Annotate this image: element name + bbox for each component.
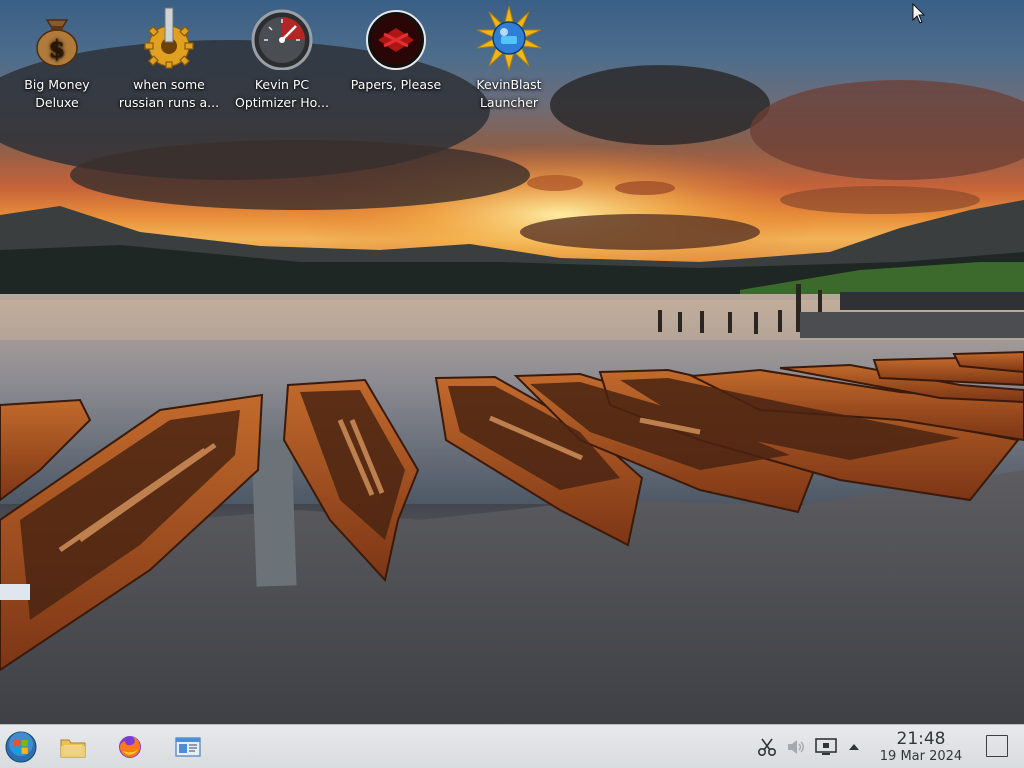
taskbar: 21:48 19 Mar 2024 bbox=[0, 724, 1024, 768]
tray-expand-button[interactable] bbox=[843, 736, 865, 758]
taskbar-clock[interactable]: 21:48 19 Mar 2024 bbox=[866, 729, 976, 765]
firefox-button[interactable] bbox=[113, 730, 147, 764]
start-orb-icon bbox=[5, 731, 37, 763]
chevron-up-icon bbox=[849, 744, 859, 750]
desktop-icon-papers-please[interactable]: Papers, Please bbox=[341, 6, 451, 94]
desktop-icon-label: Big Money Deluxe bbox=[24, 77, 90, 110]
file-manager-button[interactable] bbox=[56, 730, 90, 764]
money-bag-icon: $ bbox=[36, 19, 78, 67]
desktop-icon-label: when some russian runs a... bbox=[118, 77, 220, 110]
desktop-icon-label: Kevin PC Optimizer Ho... bbox=[235, 77, 329, 110]
start-menu-button[interactable] bbox=[4, 730, 38, 764]
firefox-icon bbox=[119, 736, 141, 758]
volume-tray-button[interactable] bbox=[785, 736, 807, 758]
system-settings-button[interactable] bbox=[171, 730, 205, 764]
svg-text:$: $ bbox=[49, 34, 66, 63]
display-tray-button[interactable] bbox=[815, 736, 837, 758]
desktop-icon-kevin-pc-optimizer[interactable]: Kevin PC Optimizer Ho... bbox=[227, 6, 337, 112]
mouse-pointer-icon bbox=[912, 3, 926, 24]
speaker-muted-icon bbox=[788, 740, 804, 754]
desktop-icon-label: KevinBlast Launcher bbox=[476, 77, 542, 110]
kevinblast-icon bbox=[477, 6, 541, 70]
monitor-icon bbox=[815, 738, 837, 755]
papers-please-icon bbox=[366, 10, 426, 70]
scissors-icon bbox=[757, 738, 777, 757]
folder-icon bbox=[60, 739, 86, 758]
desktop-icon-russian-runs[interactable]: when some russian runs a... bbox=[114, 6, 224, 112]
desktop-icon-label: Papers, Please bbox=[350, 77, 442, 92]
gear-icon bbox=[144, 7, 194, 69]
show-desktop-button[interactable] bbox=[986, 735, 1008, 757]
clock-time: 21:48 bbox=[896, 729, 946, 749]
desktop-icon-big-money-deluxe[interactable]: $ Big Money Deluxe bbox=[2, 6, 112, 112]
clipboard-tray-button[interactable] bbox=[756, 736, 778, 758]
clock-date: 19 Mar 2024 bbox=[879, 749, 963, 764]
desktop-icon-kevinblast-launcher[interactable]: KevinBlast Launcher bbox=[454, 6, 564, 112]
gauge-icon bbox=[251, 9, 313, 70]
settings-window-icon bbox=[175, 737, 201, 757]
